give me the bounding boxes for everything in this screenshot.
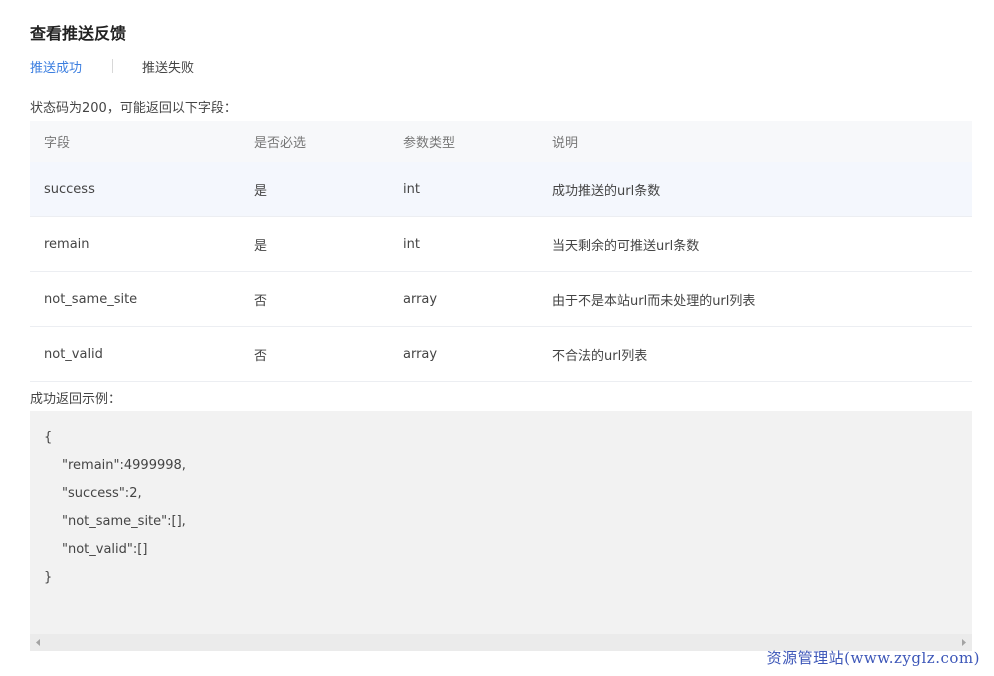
cell-type: int — [403, 236, 420, 252]
page-title: 查看推送反馈 — [30, 24, 127, 43]
tab-divider — [112, 59, 114, 73]
fields-table: 字段 是否必选 参数类型 说明 success 是 int 成功推送的url条数… — [30, 121, 972, 382]
column-header-description: 说明 — [552, 136, 579, 151]
cell-required: 否 — [254, 348, 268, 364]
site-watermark: 资源管理站(www.zyglz.com) — [766, 649, 980, 667]
cell-description: 成功推送的url条数 — [552, 183, 661, 199]
cell-type: array — [403, 346, 438, 362]
table-header: 字段 是否必选 参数类型 说明 — [30, 121, 972, 162]
code-line: { — [44, 430, 53, 445]
table-row: not_valid 否 array 不合法的url列表 — [30, 327, 972, 382]
code-line: } — [44, 570, 53, 585]
cell-type: array — [403, 291, 438, 307]
code-line: "success":2, — [62, 486, 142, 501]
cell-field: success — [44, 181, 95, 197]
scroll-left-arrow-icon[interactable] — [30, 634, 47, 651]
cell-description: 不合法的url列表 — [552, 348, 648, 364]
cell-description: 当天剩余的可推送url条数 — [552, 238, 700, 254]
column-header-type: 参数类型 — [403, 136, 456, 151]
tab-push-failure[interactable]: 推送失败 — [142, 57, 194, 76]
cell-required: 是 — [254, 238, 268, 254]
cell-field: remain — [44, 236, 90, 252]
cell-required: 否 — [254, 293, 268, 309]
code-line: "not_same_site":[], — [62, 514, 186, 529]
cell-required: 是 — [254, 183, 268, 199]
success-example-label: 成功返回示例： — [30, 392, 122, 407]
tab-bar: 推送成功 推送失败 — [30, 56, 194, 76]
code-line: "remain":4999998, — [62, 458, 186, 473]
code-line: "not_valid":[] — [62, 542, 148, 557]
code-example-block: { "remain":4999998, "success":2, "not_sa… — [30, 411, 972, 651]
cell-field: not_valid — [44, 346, 103, 362]
cell-field: not_same_site — [44, 291, 138, 307]
table-row: not_same_site 否 array 由于不是本站url而未处理的url列… — [30, 272, 972, 327]
cell-description: 由于不是本站url而未处理的url列表 — [552, 293, 756, 309]
table-row: success 是 int 成功推送的url条数 — [30, 162, 972, 217]
tab-push-success[interactable]: 推送成功 — [30, 57, 82, 76]
status-code-description: 状态码为200，可能返回以下字段： — [30, 101, 237, 116]
cell-type: int — [403, 181, 420, 197]
column-header-field: 字段 — [44, 136, 71, 151]
table-row: remain 是 int 当天剩余的可推送url条数 — [30, 217, 972, 272]
code-lines: { "remain":4999998, "success":2, "not_sa… — [44, 428, 186, 596]
column-header-required: 是否必选 — [254, 136, 307, 151]
